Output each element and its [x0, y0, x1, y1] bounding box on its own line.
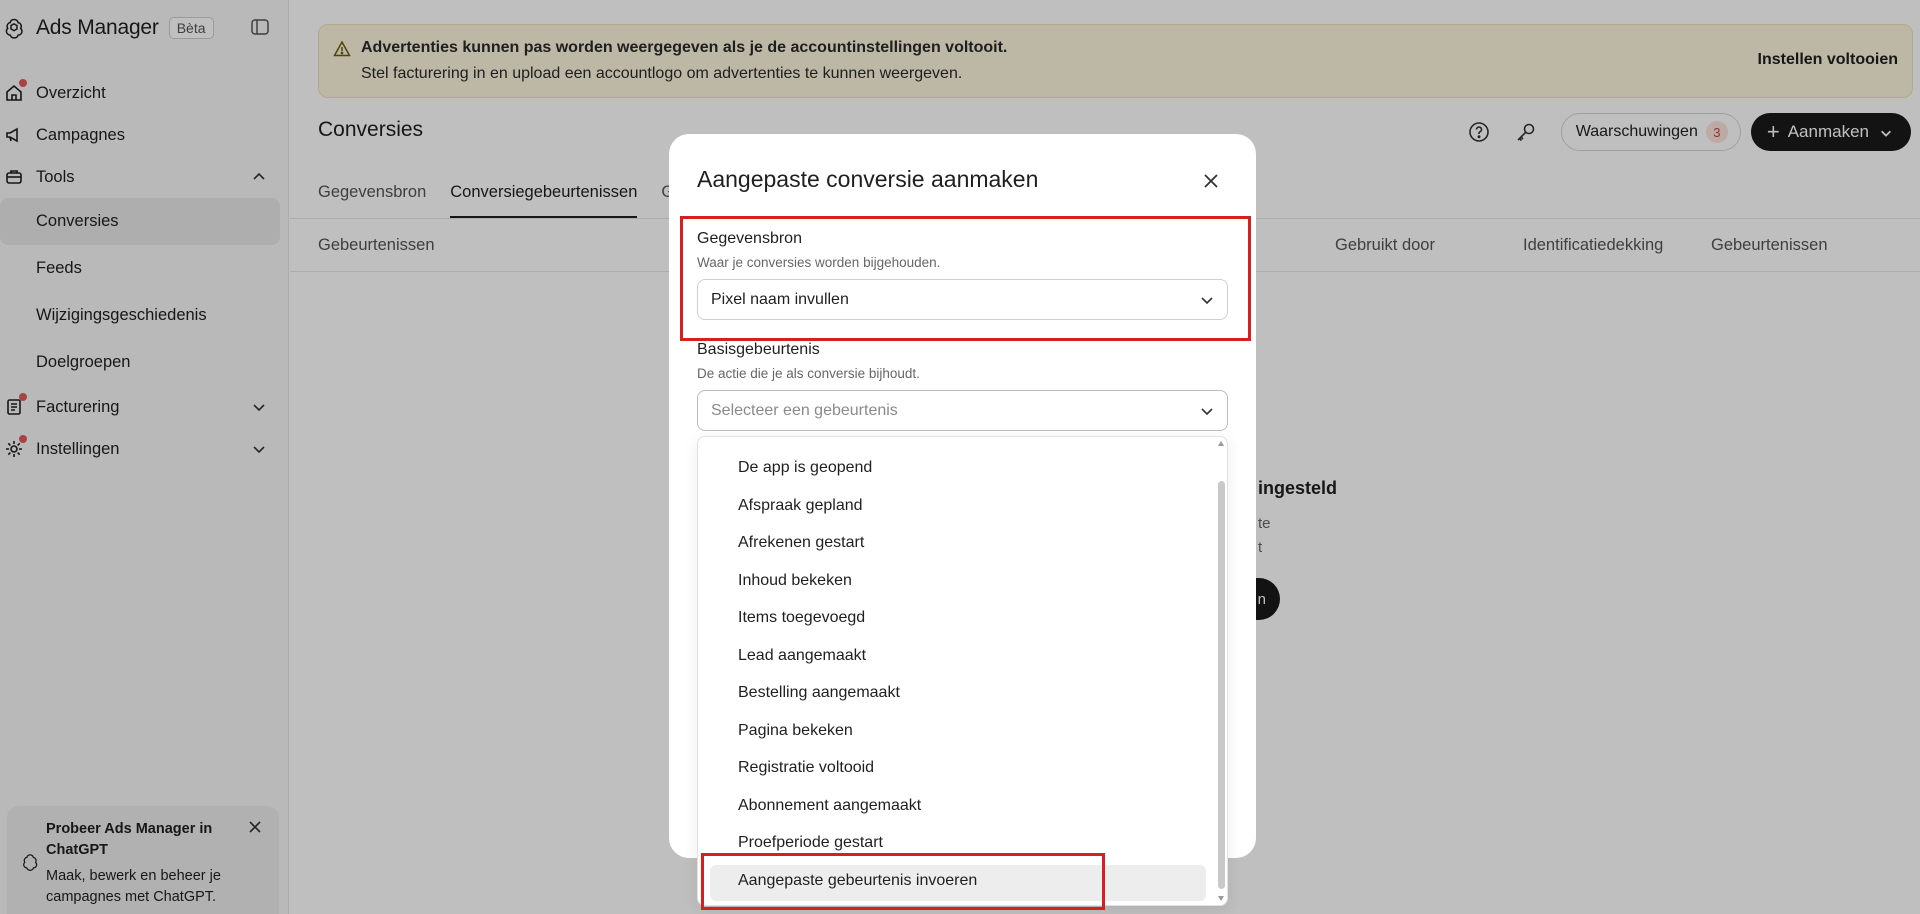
list-item[interactable]: Lead aangemaakt — [738, 647, 866, 665]
list-item[interactable]: Pagina bekeken — [738, 722, 853, 740]
modal-title: Aangepaste conversie aanmaken — [697, 166, 1039, 192]
list-item[interactable]: Afspraak gepland — [738, 497, 863, 515]
scroll-up-arrow[interactable] — [1218, 441, 1224, 446]
list-item[interactable]: Registratie voltooid — [738, 759, 874, 777]
scroll-down-arrow[interactable] — [1218, 896, 1224, 901]
list-item[interactable]: Abonnement aangemaakt — [738, 797, 921, 815]
custom-event-highlight-box — [701, 853, 1105, 910]
close-icon[interactable] — [1202, 172, 1220, 190]
event-dropdown-list: De app is geopend Afspraak gepland Afrek… — [697, 436, 1228, 906]
list-item[interactable]: Bestelling aangemaakt — [738, 684, 900, 702]
base-event-placeholder: Selecteer een gebeurtenis — [711, 401, 898, 419]
source-highlight-box — [680, 216, 1251, 341]
base-event-label: Basisgebeurtenis — [697, 341, 820, 358]
list-item[interactable]: Inhoud bekeken — [738, 572, 852, 590]
dropdown-scrollbar[interactable] — [1218, 481, 1225, 889]
base-event-description: De actie die je als conversie bijhoudt. — [697, 366, 920, 381]
base-event-select[interactable]: Selecteer een gebeurtenis — [697, 390, 1228, 431]
list-item[interactable]: Proefperiode gestart — [738, 834, 883, 852]
list-item[interactable]: De app is geopend — [738, 459, 872, 477]
list-item[interactable]: Items toegevoegd — [738, 609, 865, 627]
chevron-down-icon — [1199, 403, 1215, 419]
list-item[interactable]: Afrekenen gestart — [738, 534, 864, 552]
